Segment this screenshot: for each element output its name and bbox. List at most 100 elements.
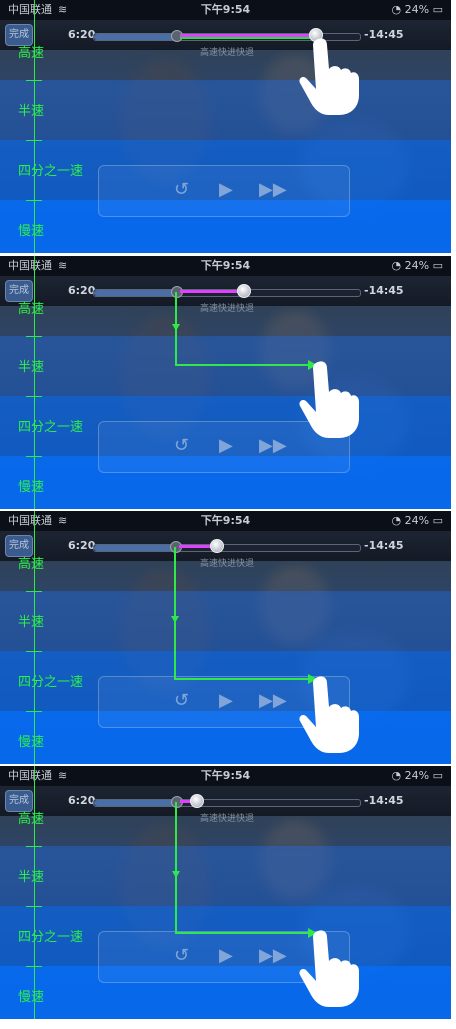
drag-path-vertical [174,547,176,679]
drag-path-horizontal [174,678,310,680]
speed-zone-half [0,80,451,140]
play-icon[interactable]: ▶ [219,179,233,200]
speed-label-slow: 慢速 [18,224,45,239]
tutorial-panel-1: 中国联通 ≋ 下午9:54 ◔ 24% ▭ 完成 6:20 -14:45 高速快进… [0,0,451,253]
speed-label-quarter: 四分之一速 [18,420,84,435]
speed-scale-tick [26,966,42,967]
battery-icon: ▭ [432,514,443,527]
play-icon[interactable]: ▶ [219,690,233,711]
scrub-speed-caption: 高速快进快退 [200,814,255,824]
fast-forward-icon[interactable]: ▶▶ [259,435,287,456]
speed-scale-line [34,511,35,764]
speed-label-high: 高速 [18,302,45,317]
remaining-time: -14:45 [364,284,404,297]
scrub-speed-caption: 高速快进快退 [200,559,255,569]
speed-scale-tick [26,651,42,652]
status-bar: 中国联通 ≋ 下午9:54 ◔ 24% ▭ [0,766,451,786]
speed-zone-half [0,336,451,396]
battery-icon: ▭ [432,3,443,16]
speed-label-high: 高速 [18,812,45,827]
clock: 下午9:54 [200,259,251,272]
speed-scale-tick [26,200,42,201]
play-icon[interactable]: ▶ [219,945,233,966]
scrub-thumb[interactable] [210,539,224,553]
played-portion [94,800,176,806]
speed-label-half: 半速 [18,360,45,375]
speed-scale-tick [26,396,42,397]
remaining-time: -14:45 [364,794,404,807]
scrub-distance-green [180,37,310,39]
scrub-thumb[interactable] [190,794,204,808]
remaining-time: -14:45 [364,28,404,41]
scrub-distance-pink [179,545,211,548]
play-icon[interactable]: ▶ [219,435,233,456]
battery-icon: ▭ [432,259,443,272]
elapsed-time: 6:20 [68,539,96,552]
hand-pointer-icon [299,930,359,1007]
speed-label-slow: 慢速 [18,990,45,1005]
drag-path-vertical [175,802,177,933]
speed-scale-tick [26,906,42,907]
speed-zone-half [0,846,451,906]
speed-label-high: 高速 [18,46,45,61]
speed-label-half: 半速 [18,615,45,630]
fast-forward-icon[interactable]: ▶▶ [259,945,287,966]
battery-indicator: ◔ 24% ▭ [391,3,443,16]
speed-scale-tick [26,140,42,141]
speed-label-slow: 慢速 [18,480,45,495]
played-portion [94,34,176,40]
replay-30-icon[interactable]: ↺ [174,435,189,456]
speed-scale-line [34,0,35,253]
hand-pointer-icon [299,38,359,115]
scrub-distance-pink [180,290,238,293]
scrub-speed-caption: 高速快进快退 [200,48,255,58]
battery-icon: ▭ [432,769,443,782]
remaining-time: -14:45 [364,539,404,552]
clock: 下午9:54 [200,769,251,782]
tutorial-panel-3: 中国联通 ≋ 下午9:54 ◔ 24% ▭ 完成 6:20 -14:45 高速快进… [0,511,451,764]
clock: 下午9:54 [200,3,251,16]
replay-30-icon[interactable]: ↺ [174,690,189,711]
speed-scale-line [34,256,35,509]
speed-label-quarter: 四分之一速 [18,675,84,690]
replay-30-icon[interactable]: ↺ [174,179,189,200]
played-portion [94,545,176,551]
fast-forward-icon[interactable]: ▶▶ [259,690,287,711]
tutorial-panel-4: 中国联通 ≋ 下午9:54 ◔ 24% ▭ 完成 6:20 -14:45 高速快进… [0,766,451,1019]
speed-scale-tick [26,336,42,337]
drag-path-arrow-down [172,871,180,878]
battery-percent: 24% [404,259,430,272]
status-bar: 中国联通 ≋ 下午9:54 ◔ 24% ▭ [0,0,451,20]
drag-path-arrow-down [172,324,180,331]
speed-label-high: 高速 [18,557,45,572]
battery-indicator: ◔ 24% ▭ [391,259,443,272]
status-bar: 中国联通 ≋ 下午9:54 ◔ 24% ▭ [0,256,451,276]
clock: 下午9:54 [200,514,251,527]
playback-controls: ↺ ▶ ▶▶ [98,165,350,217]
scrub-speed-caption: 高速快进快退 [200,304,255,314]
speed-label-half: 半速 [18,104,45,119]
speed-label-quarter: 四分之一速 [18,930,84,945]
battery-percent: 24% [404,514,430,527]
fast-forward-icon[interactable]: ▶▶ [259,179,287,200]
speed-scale-tick [26,591,42,592]
tutorial-panel-2: 中国联通 ≋ 下午9:54 ◔ 24% ▭ 完成 6:20 -14:45 高速快进… [0,256,451,509]
speed-scale-line [34,766,35,1019]
hand-pointer-icon [299,361,359,438]
speed-scale-tick [26,80,42,81]
speed-zone-half [0,591,451,651]
battery-indicator: ◔ 24% ▭ [391,514,443,527]
drag-path-horizontal [175,364,310,366]
elapsed-time: 6:20 [68,284,96,297]
replay-30-icon[interactable]: ↺ [174,945,189,966]
speed-scale-tick [26,456,42,457]
hand-pointer-icon [299,676,359,753]
speed-label-slow: 慢速 [18,735,45,750]
elapsed-time: 6:20 [68,794,96,807]
battery-indicator: ◔ 24% ▭ [391,769,443,782]
speed-label-half: 半速 [18,870,45,885]
drag-path-arrow-down [171,616,179,623]
speed-scale-tick [26,846,42,847]
scrub-thumb[interactable] [237,284,251,298]
played-portion [94,290,176,296]
